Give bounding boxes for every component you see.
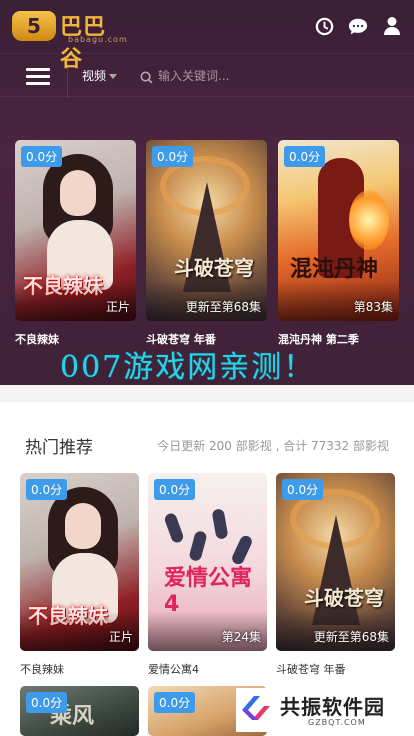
- hot-card[interactable]: 不良辣妹 0.0分 正片 不良辣妹: [20, 473, 139, 677]
- poster-image[interactable]: 混沌丹神 0.0分 第83集: [278, 140, 399, 321]
- brand-domain: GZBQT.COM: [308, 718, 366, 727]
- brand-name: 共振软件园: [280, 695, 385, 719]
- score-badge: 0.0分: [26, 692, 68, 713]
- score-badge: 0.0分: [154, 479, 196, 500]
- hot-section: 热门推荐 今日更新 200 部影视 , 合计 77332 部影视 不良辣妹 0.…: [0, 402, 414, 736]
- poster-art-title: 斗破苍穹: [174, 256, 254, 280]
- card-title[interactable]: 爱情公寓4: [148, 661, 267, 677]
- poster-art: [163, 511, 185, 545]
- episode-status: 更新至第68集: [313, 630, 389, 644]
- nav-divider: [67, 54, 68, 98]
- poster-image[interactable]: 乘风 0.0分: [20, 686, 139, 736]
- category-select[interactable]: 视频: [82, 67, 118, 84]
- clock-icon[interactable]: [314, 16, 334, 36]
- poster-image[interactable]: 斗破苍穹 0.0分 更新至第68集: [276, 473, 395, 651]
- poster-art-title: 斗破苍穹: [304, 586, 384, 610]
- logo-domain: babagu.com: [68, 35, 128, 44]
- poster-image[interactable]: 不良辣妹 0.0分 正片: [20, 473, 139, 651]
- header-area: 5 巴巴谷 babagu.com 视频 输入关键词... 0.0分 正片 不良辣…: [0, 0, 414, 385]
- site-logo[interactable]: 5 巴巴谷 babagu.com: [12, 9, 128, 72]
- featured-card[interactable]: 混沌丹神 0.0分 第83集 混沌丹神 第二季: [278, 140, 399, 347]
- user-icon[interactable]: [382, 16, 402, 36]
- search-input[interactable]: [158, 64, 398, 88]
- chevron-down-icon: [109, 74, 118, 79]
- featured-card[interactable]: 不良辣妹 0.0分 正片 不良辣妹: [15, 140, 136, 347]
- menu-bar-line: [26, 82, 50, 85]
- menu-bar-line: [26, 68, 50, 71]
- score-badge: 0.0分: [282, 479, 324, 500]
- nav-bar: 视频: [0, 53, 414, 98]
- section-title: 热门推荐: [25, 438, 93, 458]
- poster-image[interactable]: 爱情公寓4 0.0分 第24集: [148, 473, 267, 651]
- score-badge: 0.0分: [154, 692, 196, 713]
- episode-status: 更新至第68集: [185, 300, 261, 314]
- score-badge: 0.0分: [26, 479, 68, 500]
- featured-card[interactable]: 斗破苍穹 0.0分 更新至第68集 斗破苍穹 年番: [146, 140, 267, 347]
- logo-badge: 5: [12, 11, 56, 41]
- chat-icon[interactable]: [348, 16, 368, 36]
- episode-status: 正片: [108, 630, 133, 644]
- episode-status: 第24集: [221, 630, 261, 644]
- poster-art: [211, 508, 229, 540]
- category-label: 视频: [82, 69, 107, 83]
- card-title[interactable]: 斗破苍穹 年番: [276, 661, 395, 677]
- poster-art: [65, 503, 101, 549]
- poster-art: [188, 529, 208, 563]
- hot-card[interactable]: 爱情公寓4 0.0分 第24集 爱情公寓4: [148, 473, 267, 677]
- score-badge: 0.0分: [284, 146, 326, 167]
- poster-art-title: 爱情公寓4: [164, 566, 253, 617]
- menu-button[interactable]: [26, 68, 50, 86]
- score-badge: 0.0分: [21, 146, 63, 167]
- update-stats: 今日更新 200 部影视 , 合计 77332 部影视: [157, 439, 389, 453]
- header-icons: [314, 16, 402, 36]
- poster-image[interactable]: 不良辣妹 0.0分 正片: [15, 140, 136, 321]
- poster-art: [349, 190, 389, 250]
- poster-image[interactable]: 斗破苍穹 0.0分 更新至第68集: [146, 140, 267, 321]
- card-title[interactable]: 不良辣妹: [20, 661, 139, 677]
- hot-card[interactable]: 乘风 0.0分: [20, 686, 139, 736]
- menu-bar-line: [26, 75, 50, 78]
- episode-status: 正片: [105, 300, 130, 314]
- poster-art-title: 混沌丹神: [290, 256, 379, 282]
- score-badge: 0.0分: [152, 146, 194, 167]
- hot-card[interactable]: 斗破苍穹 0.0分 更新至第68集 斗破苍穹 年番: [276, 473, 395, 677]
- episode-status: 第83集: [353, 300, 393, 314]
- search-icon[interactable]: [140, 69, 153, 88]
- corner-brand-logo: 共振软件园 GZBQT.COM: [236, 688, 396, 732]
- watermark-text: 007游戏网亲测！: [60, 350, 316, 385]
- brand-mark-icon: [242, 696, 270, 720]
- poster-art: [60, 170, 96, 216]
